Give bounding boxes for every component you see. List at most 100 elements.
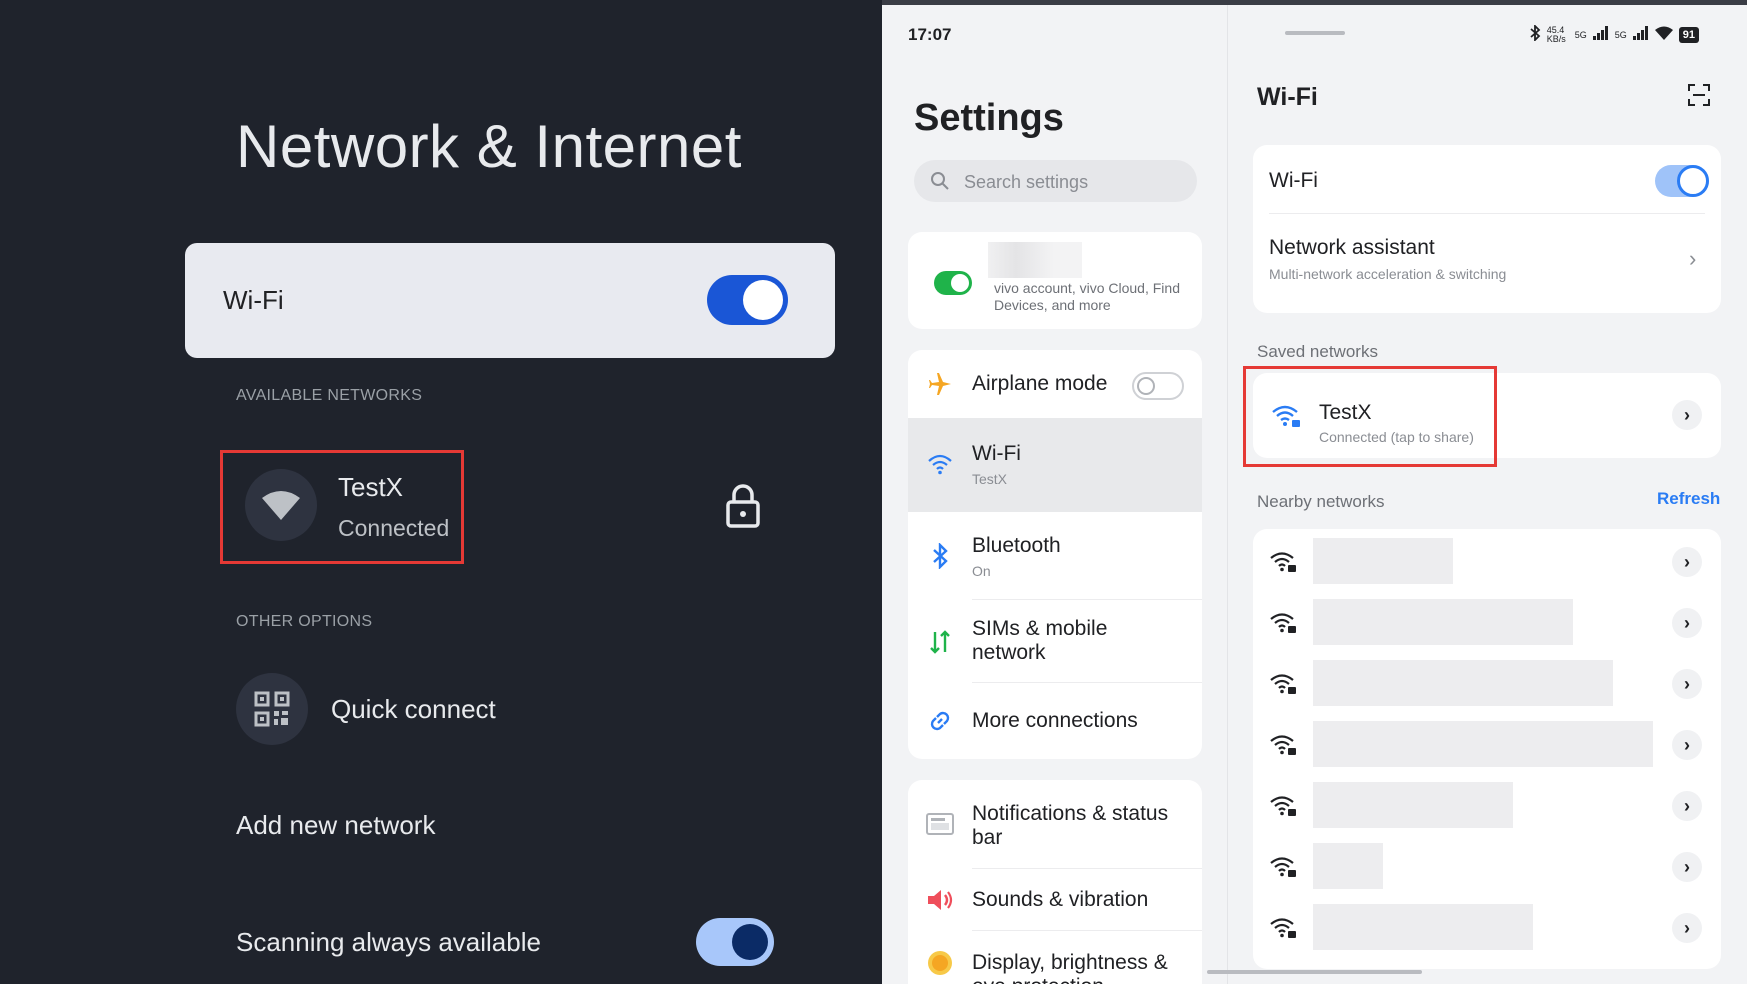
bluetooth-status-icon xyxy=(1529,23,1541,44)
signal-5g-label: 5G xyxy=(1574,29,1587,40)
lock-icon xyxy=(726,484,760,528)
chevron-right-icon[interactable]: › xyxy=(1672,913,1702,943)
network-name-blurred xyxy=(1313,599,1573,645)
nearby-network-row[interactable]: › xyxy=(1253,715,1721,776)
notification-icon xyxy=(926,810,954,838)
speaker-icon xyxy=(926,886,954,914)
chevron-right-icon[interactable]: › xyxy=(1672,669,1702,699)
sounds-label: Sounds & vibration xyxy=(972,888,1149,911)
sidebar-item-display[interactable]: Display, brightness & eye protection xyxy=(908,931,1202,984)
account-description: vivo account, vivo Cloud, Find Devices, … xyxy=(994,280,1180,313)
search-placeholder: Search settings xyxy=(964,172,1089,192)
network-assistant-sub: Multi-network acceleration & switching xyxy=(1269,266,1507,282)
add-new-network-button[interactable]: Add new network xyxy=(236,810,435,841)
scanning-always-available-label: Scanning always available xyxy=(236,927,541,957)
fullscreen-icon[interactable] xyxy=(1687,83,1711,107)
more-connections-label: More connections xyxy=(972,709,1138,732)
status-time: 17:07 xyxy=(908,25,952,44)
chevron-right-icon[interactable]: › xyxy=(1672,730,1702,760)
account-toggle[interactable] xyxy=(934,271,972,295)
wifi-locked-icon xyxy=(1269,611,1297,640)
sims-label: SIMs & mobile network xyxy=(972,617,1108,664)
wifi-page-title: Wi-Fi xyxy=(1257,83,1318,111)
network-name-blurred xyxy=(1313,660,1613,706)
system-card: Notifications & status bar Sounds & vibr… xyxy=(908,780,1202,984)
wifi-locked-icon xyxy=(1269,855,1297,884)
wifi-toggle[interactable] xyxy=(707,275,788,325)
nearby-network-row[interactable]: › xyxy=(1253,654,1721,715)
nearby-network-row[interactable]: › xyxy=(1253,898,1721,959)
wifi-item-label: Wi-Fi xyxy=(972,442,1021,465)
nearby-networks-card: › › › › › › › xyxy=(1253,529,1721,969)
network-name-blurred xyxy=(1313,782,1513,828)
tv-settings-panel: Network & Internet Wi-Fi AVAILABLE NETWO… xyxy=(0,0,882,984)
wifi-locked-icon xyxy=(1269,550,1297,579)
search-input[interactable]: Search settings xyxy=(914,160,1197,202)
scanning-toggle[interactable] xyxy=(696,918,774,966)
link-icon xyxy=(926,707,954,735)
available-networks-header: AVAILABLE NETWORKS xyxy=(236,387,423,404)
battery-level: 91 xyxy=(1678,26,1699,43)
airplane-icon xyxy=(926,370,954,398)
wifi-main-toggle[interactable] xyxy=(1655,165,1709,197)
drag-handle[interactable] xyxy=(1285,31,1345,35)
page-title: Network & Internet xyxy=(236,113,742,180)
nearby-networks-header: Nearby networks xyxy=(1257,492,1385,511)
bluetooth-sub: On xyxy=(972,563,991,579)
account-avatar-blurred xyxy=(988,242,1082,278)
refresh-button[interactable]: Refresh xyxy=(1657,489,1720,509)
airplane-mode-label: Airplane mode xyxy=(972,372,1108,395)
qr-code-icon[interactable] xyxy=(236,673,308,745)
sidebar-item-notifications[interactable]: Notifications & status bar xyxy=(908,780,1202,869)
network-name-blurred xyxy=(1313,538,1453,584)
network-name[interactable]: TestX xyxy=(338,472,403,503)
net-speed: 45.4 KB/s xyxy=(1546,24,1566,44)
airplane-mode-toggle[interactable] xyxy=(1132,372,1184,400)
network-assistant-title: Network assistant xyxy=(1269,236,1435,259)
wifi-toggle-label: Wi-Fi xyxy=(1269,169,1318,192)
chevron-right-icon[interactable]: › xyxy=(1672,400,1702,430)
wifi-locked-icon xyxy=(1269,733,1297,762)
chevron-right-icon[interactable]: › xyxy=(1672,547,1702,577)
display-icon xyxy=(926,949,954,977)
cell-signal-icon xyxy=(1592,26,1609,43)
connections-card: Airplane mode Wi-Fi TestX Bluetooth On S… xyxy=(908,350,1202,759)
sidebar-item-sims-mobile-network[interactable]: SIMs & mobile network xyxy=(908,600,1202,683)
chevron-right-icon: › xyxy=(1689,246,1697,271)
bluetooth-label: Bluetooth xyxy=(972,534,1061,557)
phone-settings-panel: 17:07 45.4 KB/s 5G 5G 91 Settings Search… xyxy=(882,0,1747,984)
sidebar-item-sounds[interactable]: Sounds & vibration xyxy=(908,869,1202,931)
sidebar-item-airplane-mode[interactable]: Airplane mode xyxy=(908,350,1202,418)
wifi-label: Wi-Fi xyxy=(223,285,284,315)
wifi-locked-icon xyxy=(1269,916,1297,945)
saved-networks-header: Saved networks xyxy=(1257,342,1378,361)
nearby-network-row[interactable]: › xyxy=(1253,532,1721,593)
sidebar-item-bluetooth[interactable]: Bluetooth On xyxy=(908,512,1202,600)
wifi-signal-icon[interactable] xyxy=(245,469,317,541)
wifi-main-card: Wi-Fi Network assistant Multi-network ac… xyxy=(1253,145,1721,313)
home-indicator xyxy=(1207,970,1422,974)
chevron-right-icon[interactable]: › xyxy=(1672,608,1702,638)
display-label: Display, brightness & eye protection xyxy=(972,951,1168,984)
bluetooth-icon xyxy=(926,542,954,570)
nearby-network-row[interactable]: › xyxy=(1253,593,1721,654)
sidebar-item-more-connections[interactable]: More connections xyxy=(908,683,1202,759)
network-name-blurred xyxy=(1313,721,1653,767)
search-icon xyxy=(930,171,950,196)
sidebar-item-wifi[interactable]: Wi-Fi TestX xyxy=(908,418,1202,512)
settings-title: Settings xyxy=(914,97,1064,139)
column-divider xyxy=(1227,5,1228,984)
chevron-right-icon[interactable]: › xyxy=(1672,852,1702,882)
nearby-network-row[interactable]: › xyxy=(1253,776,1721,837)
network-assistant-row[interactable]: Network assistant Multi-network accelera… xyxy=(1253,214,1721,313)
wifi-locked-icon xyxy=(1269,794,1297,823)
network-name-blurred xyxy=(1313,843,1383,889)
quick-connect-label[interactable]: Quick connect xyxy=(331,694,496,725)
network-name-blurred xyxy=(1313,904,1533,950)
nearby-network-row[interactable]: › xyxy=(1253,837,1721,898)
notifications-label: Notifications & status bar xyxy=(972,802,1169,849)
account-card[interactable]: vivo account, vivo Cloud, Find Devices, … xyxy=(908,232,1202,329)
network-status: Connected xyxy=(338,515,450,541)
chevron-right-icon[interactable]: › xyxy=(1672,791,1702,821)
wifi-toggle-row[interactable]: Wi-Fi xyxy=(185,243,835,358)
